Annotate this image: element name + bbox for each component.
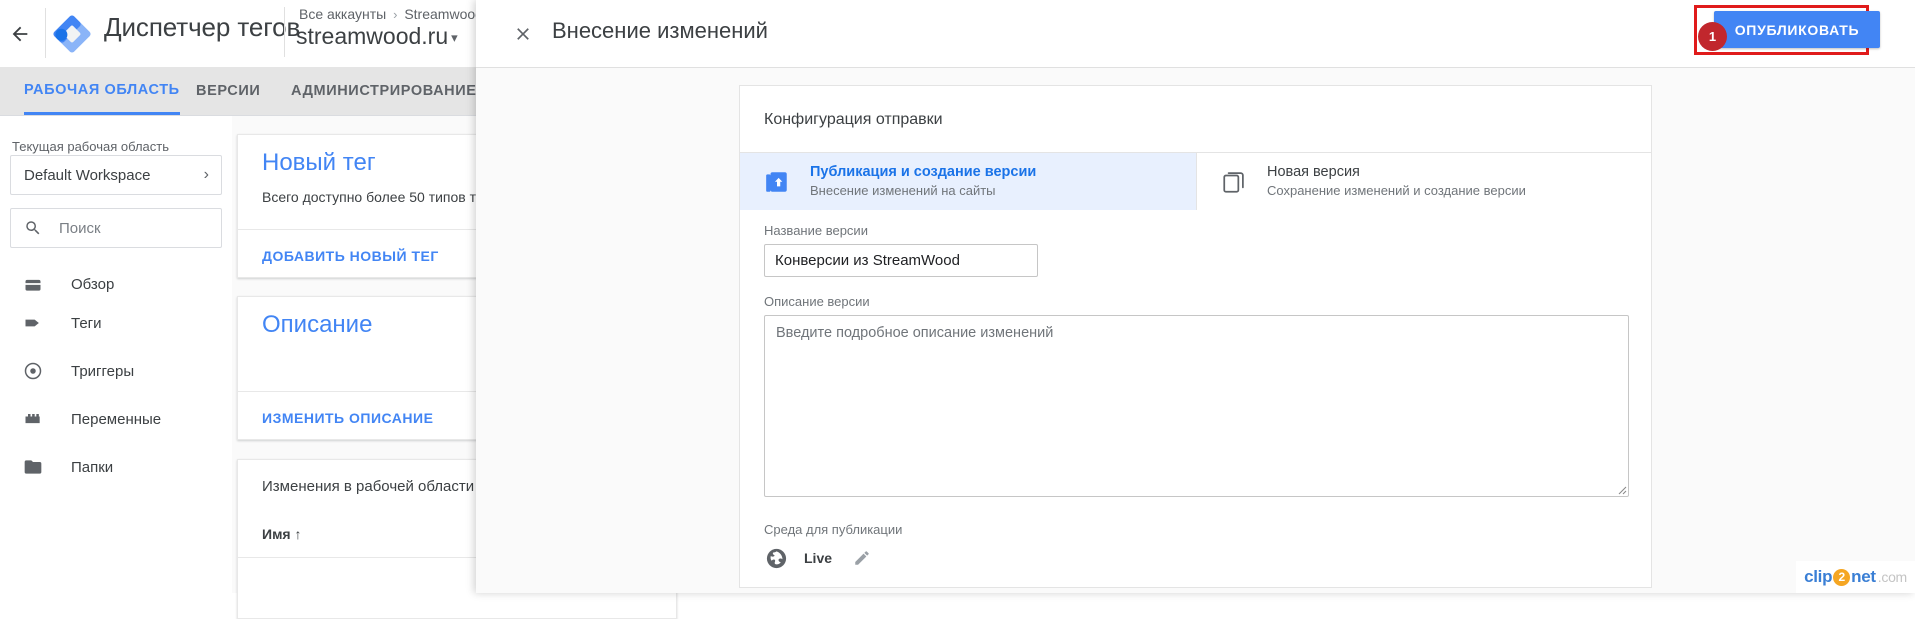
option-text: Новая версия Сохранение изменений и созд…	[1249, 163, 1526, 200]
sidebar-item-triggers[interactable]: Триггеры	[0, 347, 232, 395]
modal-title: Внесение изменений	[552, 18, 768, 43]
container-name: streamwood.ru	[296, 23, 449, 49]
config-card-title: Конфигурация отправки	[764, 111, 943, 128]
tab-admin[interactable]: АДМИНИСТРИРОВАНИЕ	[291, 67, 477, 115]
folder-icon	[21, 457, 45, 477]
option-title: Новая версия	[1267, 164, 1360, 180]
variables-icon	[21, 409, 45, 429]
tab-workspace[interactable]: РАБОЧАЯ ОБЛАСТЬ	[24, 67, 180, 115]
tag-icon	[21, 313, 45, 333]
sidebar-item-label: Обзор	[71, 275, 115, 293]
trigger-icon	[21, 361, 45, 381]
publish-environment-row: Live	[764, 543, 871, 573]
card-heading: Изменения в рабочей области	[262, 478, 475, 495]
watermark-part-2: 2	[1833, 568, 1851, 586]
search-icon	[11, 219, 42, 237]
search-placeholder: Поиск	[59, 219, 101, 237]
globe-icon	[764, 546, 788, 570]
card-title: Новый тег	[262, 149, 376, 176]
option-title: Публикация и создание версии	[810, 164, 1037, 180]
option-new-version[interactable]: Новая версия Сохранение изменений и созд…	[1196, 153, 1651, 210]
breadcrumb[interactable]: Все аккаунты › Streamwood	[299, 6, 483, 22]
sidebar-item-folders[interactable]: Папки	[0, 443, 232, 491]
header-divider-2	[284, 7, 285, 57]
tab-versions[interactable]: ВЕРСИИ	[196, 67, 260, 115]
modal-header: Внесение изменений ОПУБЛИКОВАТЬ 1	[476, 0, 1915, 68]
watermark-part-4: .com	[1877, 569, 1907, 585]
publish-button[interactable]: ОПУБЛИКОВАТЬ	[1714, 11, 1880, 48]
publish-upload-icon	[762, 169, 792, 195]
sidebar-item-label: Теги	[71, 314, 102, 332]
sidebar-caption: Текущая рабочая область	[12, 139, 169, 154]
workspace-selector[interactable]: Default Workspace ›	[10, 155, 222, 195]
breadcrumb-root[interactable]: Все аккаунты	[299, 6, 386, 22]
back-arrow-icon[interactable]	[2, 16, 38, 52]
version-description-label: Описание версии	[764, 294, 870, 309]
version-description-textarea[interactable]	[764, 315, 1629, 497]
edit-description-button[interactable]: ИЗМЕНИТЬ ОПИСАНИЕ	[262, 410, 433, 426]
sidebar-item-tags[interactable]: Теги	[0, 299, 232, 347]
google-tag-manager-logo	[47, 10, 97, 58]
sidebar: Текущая рабочая область Default Workspac…	[0, 116, 232, 593]
card-title: Описание	[262, 311, 373, 338]
sort-ascending-icon: ↑	[294, 526, 302, 542]
close-icon[interactable]	[506, 17, 540, 51]
column-header-label: Имя	[262, 526, 291, 542]
copy-version-icon	[1219, 169, 1249, 195]
sidebar-item-label: Триггеры	[71, 362, 135, 380]
breadcrumb-account[interactable]: Streamwood	[404, 6, 483, 22]
sidebar-item-label: Папки	[71, 458, 114, 476]
breadcrumb-separator: ›	[393, 7, 398, 22]
step-badge: 1	[1698, 22, 1727, 51]
chevron-right-icon: ›	[203, 166, 209, 183]
search-input[interactable]: Поиск	[10, 208, 222, 248]
header-divider	[45, 8, 46, 58]
option-text: Публикация и создание версии Внесение из…	[792, 163, 1036, 200]
add-new-tag-button[interactable]: ДОБАВИТЬ НОВЫЙ ТЕГ	[262, 248, 439, 264]
submission-config-card: Конфигурация отправки Публикация и созда…	[739, 85, 1652, 588]
sidebar-item-label: Переменные	[71, 410, 162, 428]
version-name-label: Название версии	[764, 223, 868, 238]
clip2net-watermark: clip 2 net .com	[1796, 561, 1915, 593]
overview-icon	[21, 274, 45, 294]
watermark-part-3: net	[1851, 567, 1876, 586]
environment-name: Live	[804, 550, 833, 566]
pencil-edit-icon[interactable]	[832, 549, 871, 567]
option-publish-and-create-version[interactable]: Публикация и создание версии Внесение из…	[740, 153, 1196, 210]
watermark-part-1: clip	[1804, 567, 1833, 586]
version-name-input[interactable]	[764, 244, 1038, 277]
sidebar-item-variables[interactable]: Переменные	[0, 395, 232, 443]
column-header-name[interactable]: Имя ↑	[262, 526, 301, 542]
submission-modal: Внесение изменений ОПУБЛИКОВАТЬ 1 Конфиг…	[476, 0, 1915, 593]
modal-body: Конфигурация отправки Публикация и созда…	[476, 68, 1915, 593]
card-subtitle: Всего доступно более 50 типов тегов.	[262, 189, 508, 205]
submission-type-options: Публикация и создание версии Внесение из…	[740, 153, 1651, 210]
page-title: Диспетчер тегов	[104, 12, 301, 42]
workspace-name: Default Workspace	[24, 166, 151, 184]
publish-environment-label: Среда для публикации	[764, 522, 903, 537]
container-selector[interactable]: streamwood.ru ▾	[296, 23, 458, 50]
option-subtitle: Внесение изменений на сайты	[810, 183, 996, 198]
option-subtitle: Сохранение изменений и создание версии	[1267, 183, 1526, 198]
chevron-down-icon: ▾	[451, 29, 458, 45]
